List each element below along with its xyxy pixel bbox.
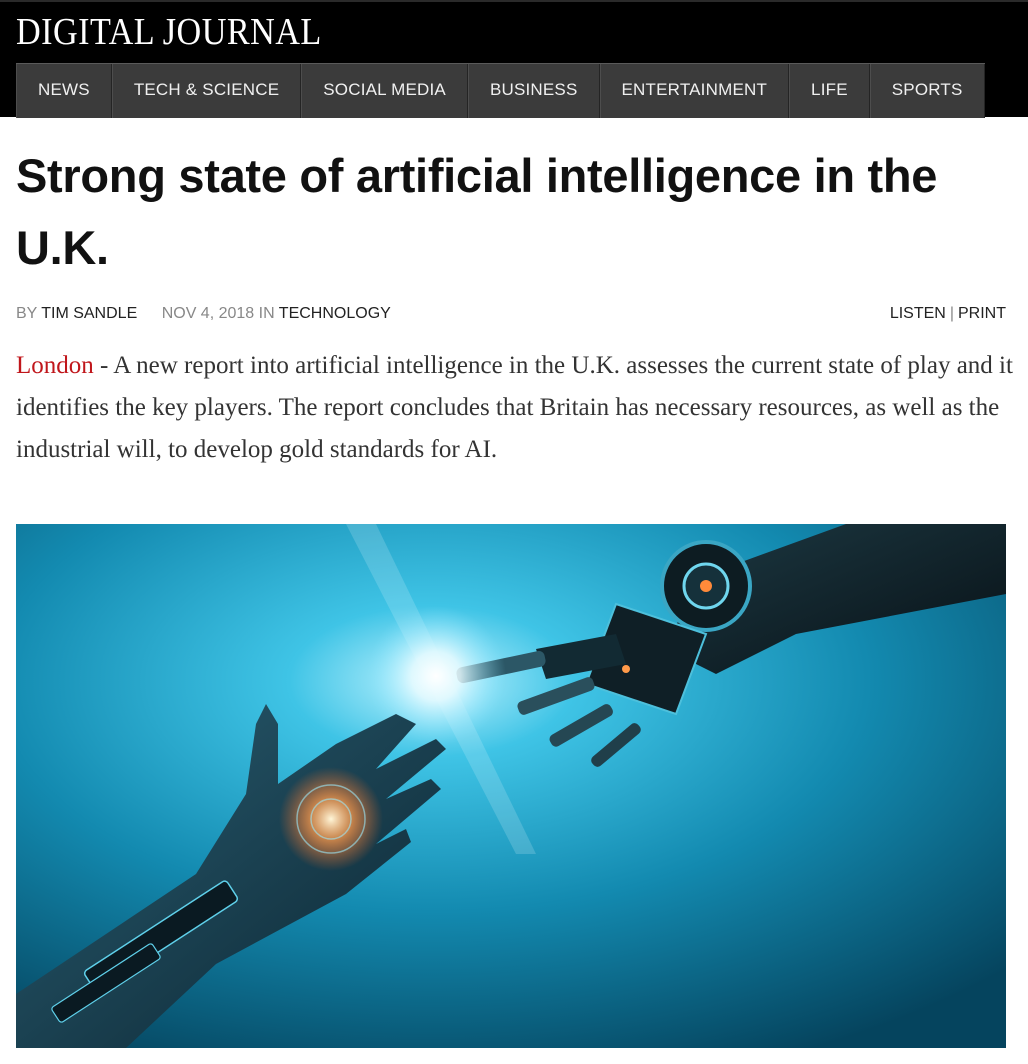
hero-image xyxy=(16,524,1006,1048)
nav-item-news[interactable]: NEWS xyxy=(16,64,112,118)
article-lede: London - A new report into artificial in… xyxy=(16,345,1016,471)
byline-meta: BY TIM SANDLE NOV 4, 2018 IN TECHNOLOGY xyxy=(16,305,391,323)
listen-link[interactable]: LISTEN xyxy=(890,305,946,322)
nav-item-sports[interactable]: SPORTS xyxy=(869,64,985,118)
nav-item-social-media[interactable]: SOCIAL MEDIA xyxy=(301,64,468,118)
action-separator: | xyxy=(949,305,954,322)
lede-text: - A new report into artificial intellige… xyxy=(16,352,1013,463)
nav-item-business[interactable]: BUSINESS xyxy=(467,64,600,118)
site-logo[interactable]: DIGITAL JOURNAL xyxy=(16,10,322,54)
author-link[interactable]: TIM SANDLE xyxy=(41,305,137,322)
print-link[interactable]: PRINT xyxy=(958,305,1006,322)
nav-item-life[interactable]: LIFE xyxy=(789,64,870,118)
byline-by: BY xyxy=(16,305,38,322)
article-headline: Strong state of artificial intelligence … xyxy=(16,149,938,274)
byline-in: IN xyxy=(258,305,275,322)
article-byline: BY TIM SANDLE NOV 4, 2018 IN TECHNOLOGY … xyxy=(16,305,1006,327)
category-link[interactable]: TECHNOLOGY xyxy=(279,305,391,322)
nav-item-entertainment[interactable]: ENTERTAINMENT xyxy=(599,64,790,118)
masthead: DIGITAL JOURNAL NEWS TECH & SCIENCE SOCI… xyxy=(0,0,1028,118)
publish-date: NOV 4, 2018 xyxy=(161,305,255,322)
nav-item-tech-science[interactable]: TECH & SCIENCE xyxy=(111,64,302,118)
article-actions: LISTEN | PRINT xyxy=(890,305,1006,323)
dateline-location: London xyxy=(16,352,94,379)
main-nav: NEWS TECH & SCIENCE SOCIAL MEDIA BUSINES… xyxy=(16,63,985,118)
